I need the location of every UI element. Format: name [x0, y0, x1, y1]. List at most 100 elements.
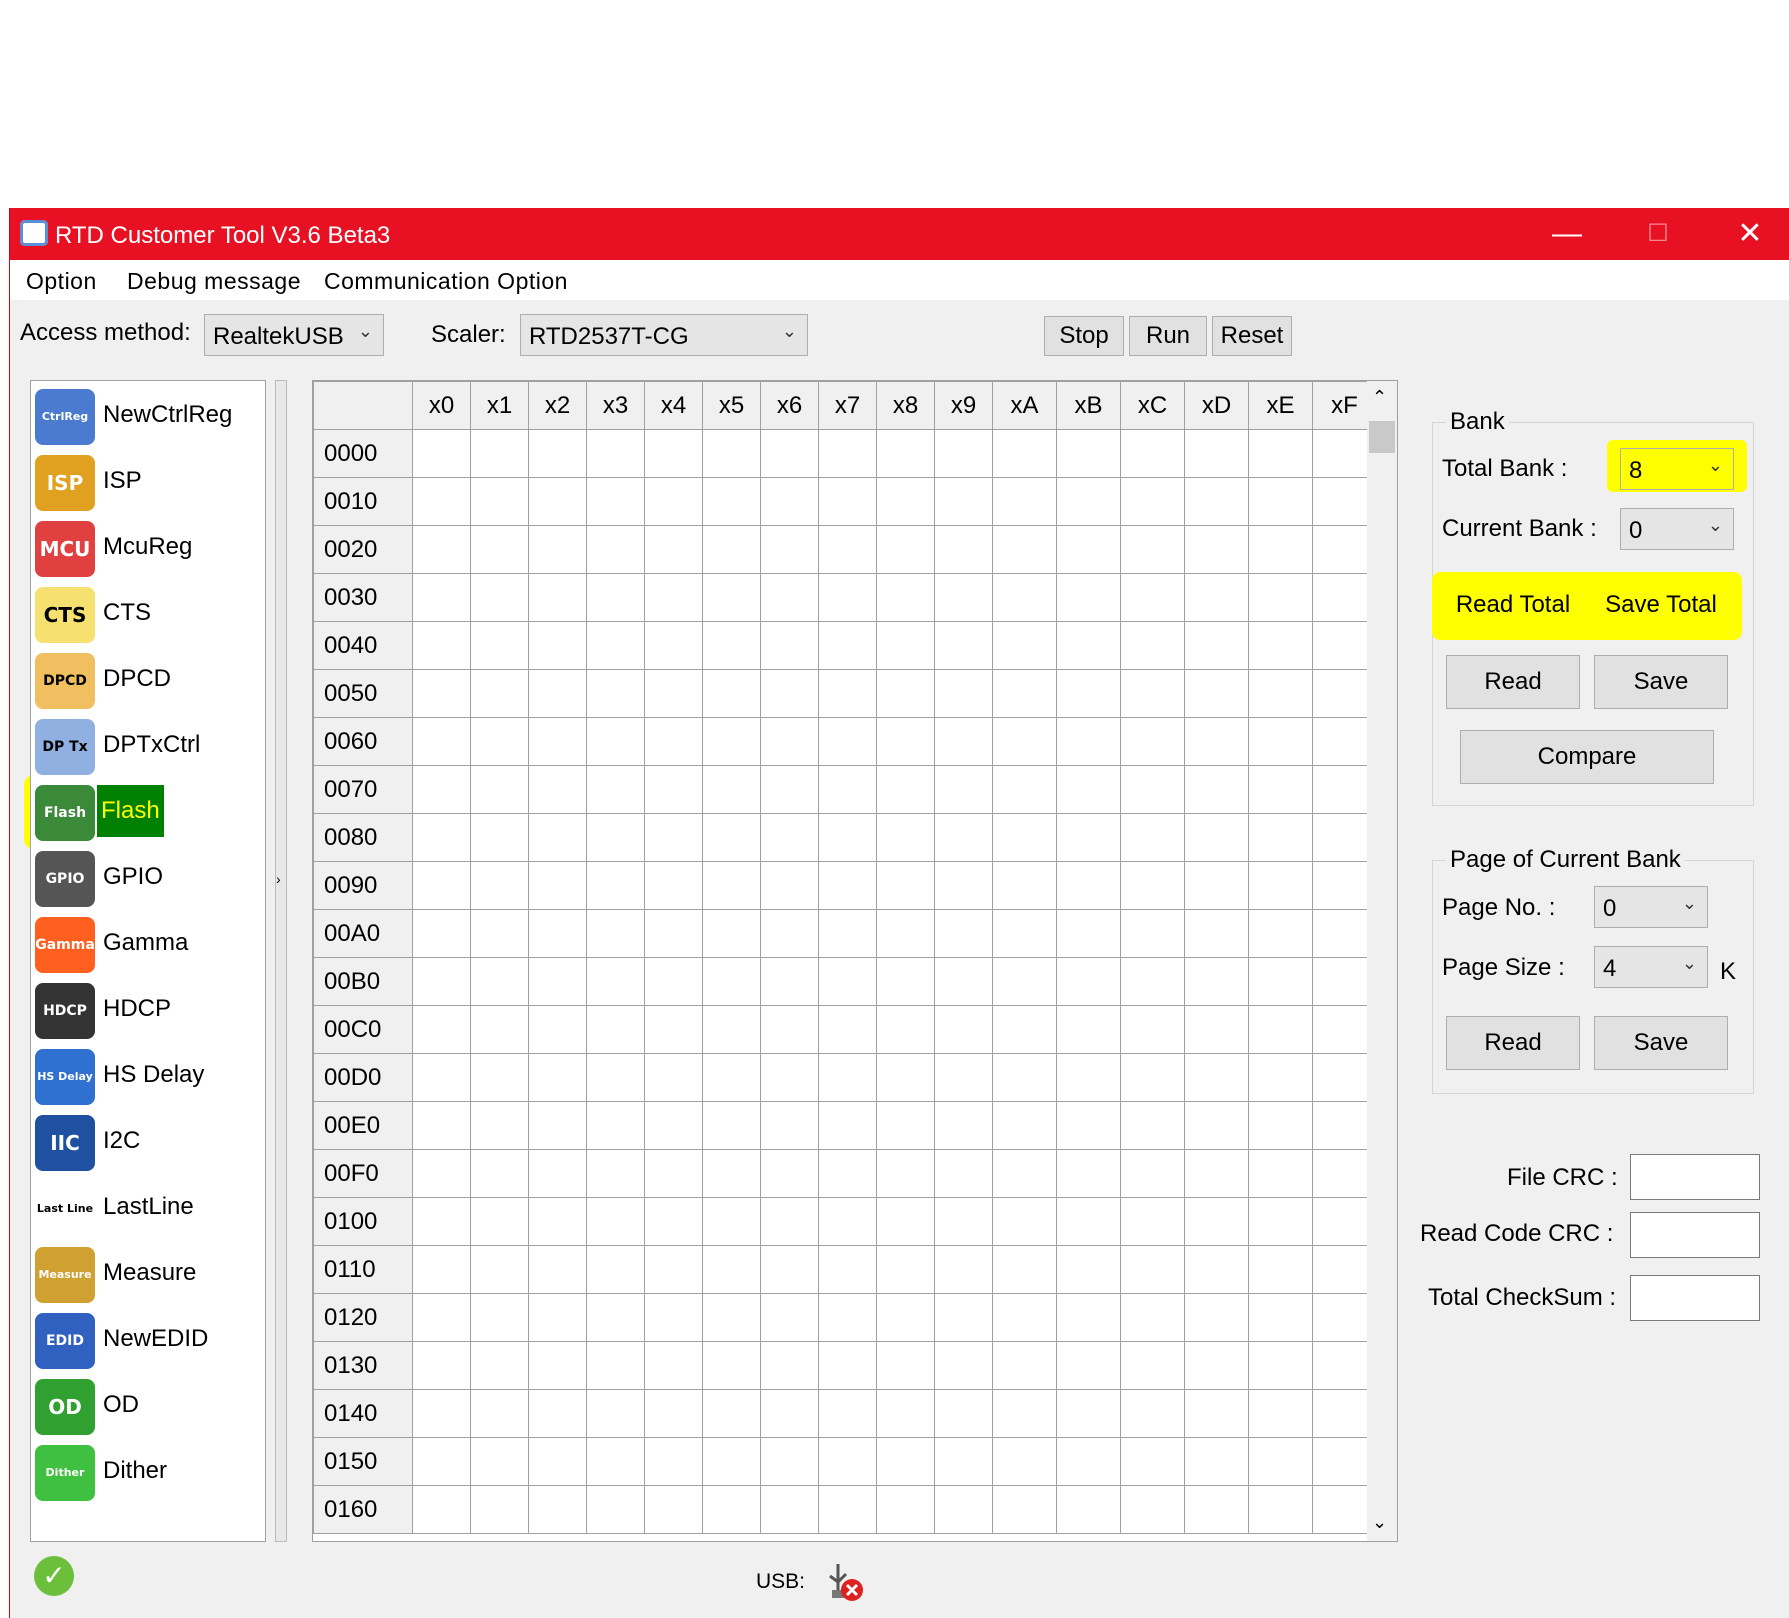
- hex-cell[interactable]: [876, 477, 935, 526]
- page-save-button[interactable]: Save: [1594, 1016, 1728, 1070]
- sidebar-item-cts[interactable]: CTS CTS: [33, 583, 261, 645]
- hex-cell[interactable]: [876, 1341, 935, 1390]
- file-crc-field[interactable]: [1630, 1154, 1760, 1200]
- hex-cell[interactable]: [876, 573, 935, 622]
- hex-cell[interactable]: [586, 861, 645, 910]
- hex-cell[interactable]: [876, 621, 935, 670]
- hex-cell[interactable]: [1184, 477, 1249, 526]
- hex-cell[interactable]: [412, 477, 471, 526]
- sidebar-item-dpcd[interactable]: DPCD DPCD: [33, 649, 261, 711]
- hex-cell[interactable]: [470, 765, 529, 814]
- hex-cell[interactable]: [1056, 1149, 1121, 1198]
- hex-cell[interactable]: [412, 1485, 471, 1534]
- close-button[interactable]: ✕: [1720, 214, 1780, 254]
- hex-cell[interactable]: [992, 1197, 1057, 1246]
- hex-cell[interactable]: [992, 1341, 1057, 1390]
- hex-cell[interactable]: [470, 1149, 529, 1198]
- hex-cell[interactable]: [876, 1053, 935, 1102]
- hex-cell[interactable]: [876, 1245, 935, 1294]
- hex-cell[interactable]: [586, 477, 645, 526]
- hex-cell[interactable]: [412, 1437, 471, 1486]
- hex-cell[interactable]: [818, 861, 877, 910]
- hex-cell[interactable]: [1248, 1341, 1313, 1390]
- hex-cell[interactable]: [1120, 1005, 1185, 1054]
- hex-cell[interactable]: [760, 477, 819, 526]
- hex-cell[interactable]: [876, 1485, 935, 1534]
- hex-cell[interactable]: [644, 1389, 703, 1438]
- hex-cell[interactable]: [412, 1293, 471, 1342]
- hex-cell[interactable]: [702, 1053, 761, 1102]
- hex-cell[interactable]: [818, 669, 877, 718]
- hex-cell[interactable]: [1120, 573, 1185, 622]
- hex-cell[interactable]: [992, 621, 1057, 670]
- hex-cell[interactable]: [1184, 573, 1249, 622]
- hex-cell[interactable]: [528, 477, 587, 526]
- hex-cell[interactable]: [818, 717, 877, 766]
- hex-cell[interactable]: [992, 957, 1057, 1006]
- sidebar-item-gamma[interactable]: Gamma Gamma: [33, 913, 261, 975]
- hex-cell[interactable]: [760, 1197, 819, 1246]
- total-bank-select[interactable]: 8 ⌄: [1620, 448, 1734, 490]
- hex-cell[interactable]: [1056, 1485, 1121, 1534]
- hex-cell[interactable]: [876, 669, 935, 718]
- hex-cell[interactable]: [586, 429, 645, 478]
- sidebar-item-mcureg[interactable]: MCU McuReg: [33, 517, 261, 579]
- hex-cell[interactable]: [412, 813, 471, 862]
- hex-cell[interactable]: [1184, 1053, 1249, 1102]
- hex-cell[interactable]: [760, 1053, 819, 1102]
- minimize-button[interactable]: —: [1537, 214, 1597, 254]
- hex-cell[interactable]: [934, 813, 993, 862]
- hex-cell[interactable]: [876, 525, 935, 574]
- hex-cell[interactable]: [1120, 621, 1185, 670]
- hex-cell[interactable]: [1056, 765, 1121, 814]
- hex-cell[interactable]: [528, 429, 587, 478]
- hex-cell[interactable]: [644, 1293, 703, 1342]
- hex-cell[interactable]: [528, 1005, 587, 1054]
- hex-cell[interactable]: [992, 1389, 1057, 1438]
- hex-cell[interactable]: [934, 1197, 993, 1246]
- hex-cell[interactable]: [1120, 525, 1185, 574]
- hex-cell[interactable]: [528, 957, 587, 1006]
- hex-cell[interactable]: [644, 861, 703, 910]
- hex-cell[interactable]: [470, 909, 529, 958]
- hex-cell[interactable]: [702, 429, 761, 478]
- hex-cell[interactable]: [586, 669, 645, 718]
- hex-cell[interactable]: [1248, 1293, 1313, 1342]
- reset-button[interactable]: Reset: [1212, 316, 1292, 356]
- hex-cell[interactable]: [470, 861, 529, 910]
- hex-cell[interactable]: [1184, 1389, 1249, 1438]
- bank-read-button[interactable]: Read: [1446, 655, 1580, 709]
- hex-cell[interactable]: [412, 957, 471, 1006]
- hex-cell[interactable]: [760, 1341, 819, 1390]
- hex-cell[interactable]: [528, 1293, 587, 1342]
- hex-cell[interactable]: [528, 573, 587, 622]
- hex-cell[interactable]: [818, 1101, 877, 1150]
- hex-cell[interactable]: [992, 1149, 1057, 1198]
- hex-cell[interactable]: [702, 1341, 761, 1390]
- hex-cell[interactable]: [1056, 909, 1121, 958]
- hex-cell[interactable]: [876, 957, 935, 1006]
- hex-cell[interactable]: [876, 1101, 935, 1150]
- hex-cell[interactable]: [1056, 957, 1121, 1006]
- maximize-button[interactable]: ☐: [1628, 214, 1688, 254]
- hex-cell[interactable]: [644, 669, 703, 718]
- hex-cell[interactable]: [644, 1149, 703, 1198]
- hex-cell[interactable]: [818, 813, 877, 862]
- hex-cell[interactable]: [760, 1245, 819, 1294]
- hex-cell[interactable]: [760, 621, 819, 670]
- hex-cell[interactable]: [1056, 1389, 1121, 1438]
- hex-cell[interactable]: [818, 1341, 877, 1390]
- hex-cell[interactable]: [412, 573, 471, 622]
- hex-cell[interactable]: [934, 573, 993, 622]
- sidebar-item-newedid[interactable]: EDID NewEDID: [33, 1309, 261, 1371]
- hex-cell[interactable]: [644, 1101, 703, 1150]
- hex-cell[interactable]: [528, 813, 587, 862]
- hex-cell[interactable]: [470, 573, 529, 622]
- hex-cell[interactable]: [818, 1245, 877, 1294]
- hex-cell[interactable]: [992, 1293, 1057, 1342]
- hex-cell[interactable]: [1120, 477, 1185, 526]
- hex-cell[interactable]: [818, 1485, 877, 1534]
- menu-communication-option[interactable]: Communication Option: [324, 268, 568, 295]
- hex-cell[interactable]: [412, 1197, 471, 1246]
- hex-cell[interactable]: [1120, 1197, 1185, 1246]
